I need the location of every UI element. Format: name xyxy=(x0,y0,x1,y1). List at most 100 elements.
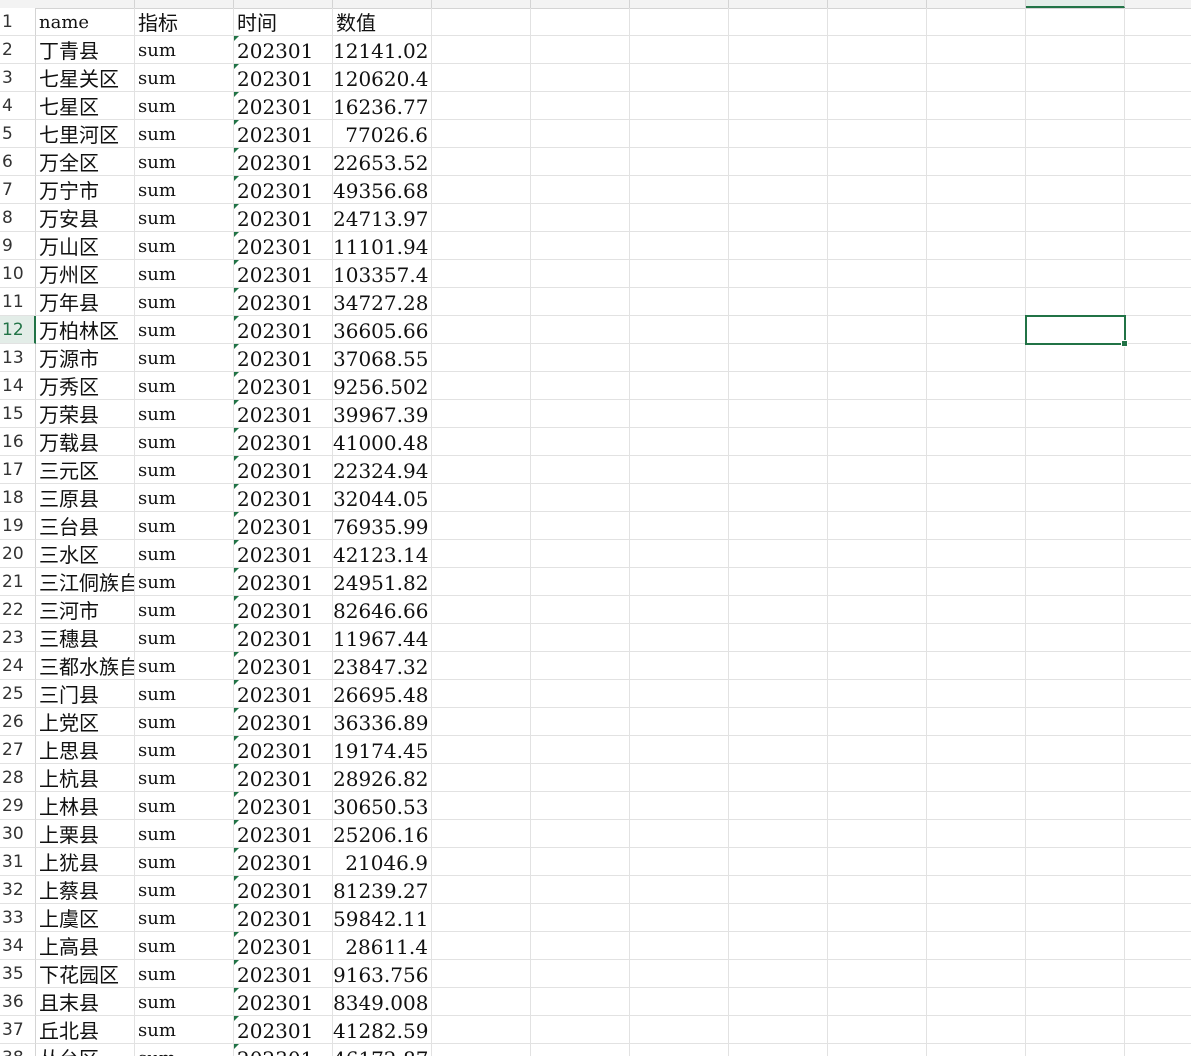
name-cell[interactable]: 万山区 xyxy=(36,232,134,260)
row-number[interactable]: 26 xyxy=(0,708,36,736)
column-header[interactable] xyxy=(333,0,432,8)
value-cell[interactable]: 23847.32 xyxy=(333,652,431,680)
value-cell[interactable]: 81239.27 xyxy=(333,876,431,904)
metric-cell[interactable]: sum xyxy=(135,876,233,904)
time-cell[interactable]: 202301 xyxy=(234,596,332,624)
metric-cell[interactable]: sum xyxy=(135,64,233,92)
row-number[interactable]: 7 xyxy=(0,176,36,204)
value-cell[interactable]: 41000.48 xyxy=(333,428,431,456)
name-cell[interactable]: 万宁市 xyxy=(36,176,134,204)
time-cell[interactable]: 202301 xyxy=(234,372,332,400)
metric-cell[interactable]: sum xyxy=(135,344,233,372)
value-cell[interactable]: 103357.4 xyxy=(333,260,431,288)
name-cell[interactable]: 三河市 xyxy=(36,596,134,624)
value-cell[interactable]: 120620.4 xyxy=(333,64,431,92)
metric-cell[interactable]: sum xyxy=(135,708,233,736)
name-cell[interactable]: 上林县 xyxy=(36,792,134,820)
time-cell[interactable]: 202301 xyxy=(234,624,332,652)
fill-handle[interactable] xyxy=(1121,340,1128,347)
name-cell[interactable]: 万载县 xyxy=(36,428,134,456)
name-cell[interactable]: 三穗县 xyxy=(36,624,134,652)
metric-cell[interactable]: sum xyxy=(135,652,233,680)
name-cell[interactable]: 上杭县 xyxy=(36,764,134,792)
name-cell[interactable]: 丁青县 xyxy=(36,36,134,64)
metric-cell[interactable]: sum xyxy=(135,596,233,624)
row-number[interactable]: 17 xyxy=(0,456,36,484)
value-cell[interactable]: 28926.82 xyxy=(333,764,431,792)
row-number[interactable]: 30 xyxy=(0,820,36,848)
column-header[interactable] xyxy=(927,0,1026,8)
name-cell[interactable]: 且末县 xyxy=(36,988,134,1016)
row-number[interactable]: 5 xyxy=(0,120,36,148)
metric-cell[interactable]: sum xyxy=(135,120,233,148)
metric-cell[interactable]: sum xyxy=(135,260,233,288)
value-cell[interactable]: 24951.82 xyxy=(333,568,431,596)
value-cell[interactable]: 24713.97 xyxy=(333,204,431,232)
value-cell[interactable]: 19174.45 xyxy=(333,736,431,764)
time-cell[interactable]: 202301 xyxy=(234,400,332,428)
time-cell[interactable]: 202301 xyxy=(234,848,332,876)
row-number[interactable]: 3 xyxy=(0,64,36,92)
name-cell[interactable]: 三水区 xyxy=(36,540,134,568)
time-cell[interactable]: 202301 xyxy=(234,456,332,484)
row-number[interactable]: 15 xyxy=(0,400,36,428)
name-cell[interactable]: 上党区 xyxy=(36,708,134,736)
value-cell[interactable]: 21046.9 xyxy=(333,848,431,876)
metric-cell[interactable]: sum xyxy=(135,400,233,428)
row-number[interactable]: 2 xyxy=(0,36,36,64)
metric-cell[interactable]: sum xyxy=(135,736,233,764)
time-cell[interactable]: 202301 xyxy=(234,232,332,260)
row-number[interactable]: 20 xyxy=(0,540,36,568)
value-cell[interactable]: 11967.44 xyxy=(333,624,431,652)
metric-cell[interactable]: sum xyxy=(135,904,233,932)
value-cell[interactable]: 46172.87 xyxy=(333,1044,431,1056)
column-header[interactable] xyxy=(729,0,828,8)
name-cell[interactable]: 三原县 xyxy=(36,484,134,512)
value-cell[interactable]: 34727.28 xyxy=(333,288,431,316)
metric-cell[interactable]: sum xyxy=(135,36,233,64)
value-cell[interactable]: 37068.55 xyxy=(333,344,431,372)
value-cell[interactable]: 26695.48 xyxy=(333,680,431,708)
metric-cell[interactable]: sum xyxy=(135,680,233,708)
time-cell[interactable]: 202301 xyxy=(234,428,332,456)
metric-cell[interactable]: sum xyxy=(135,204,233,232)
metric-cell[interactable]: sum xyxy=(135,372,233,400)
row-number[interactable]: 14 xyxy=(0,372,36,400)
value-cell[interactable]: 25206.16 xyxy=(333,820,431,848)
row-number[interactable]: 37 xyxy=(0,1016,36,1044)
value-cell[interactable]: 30650.53 xyxy=(333,792,431,820)
name-cell[interactable]: 万柏林区 xyxy=(36,316,134,344)
value-cell[interactable]: 28611.4 xyxy=(333,932,431,960)
name-cell[interactable]: 七里河区 xyxy=(36,120,134,148)
selected-cell[interactable] xyxy=(1025,315,1128,347)
row-number[interactable]: 29 xyxy=(0,792,36,820)
name-cell[interactable]: 万全区 xyxy=(36,148,134,176)
name-cell[interactable]: 三台县 xyxy=(36,512,134,540)
row-number[interactable]: 24 xyxy=(0,652,36,680)
row-number[interactable]: 28 xyxy=(0,764,36,792)
value-cell[interactable]: 32044.05 xyxy=(333,484,431,512)
name-cell[interactable]: 三江侗族自治县 xyxy=(36,568,134,596)
row-number[interactable]: 19 xyxy=(0,512,36,540)
column-header[interactable] xyxy=(1026,0,1125,8)
time-cell[interactable]: 202301 xyxy=(234,344,332,372)
name-cell[interactable]: 万源市 xyxy=(36,344,134,372)
time-cell[interactable]: 202301 xyxy=(234,764,332,792)
cell-grid[interactable]: name 指标 时间 数值 丁青县 sum 202301 12141.02 七星关区 sum 202… xyxy=(36,8,1191,1056)
row-number[interactable]: 31 xyxy=(0,848,36,876)
value-cell[interactable]: 76935.99 xyxy=(333,512,431,540)
row-number[interactable]: 33 xyxy=(0,904,36,932)
time-cell[interactable]: 202301 xyxy=(234,316,332,344)
row-number[interactable]: 4 xyxy=(0,92,36,120)
name-cell[interactable]: 七星关区 xyxy=(36,64,134,92)
row-number[interactable]: 10 xyxy=(0,260,36,288)
row-number[interactable]: 6 xyxy=(0,148,36,176)
name-cell[interactable]: 下花园区 xyxy=(36,960,134,988)
metric-cell[interactable]: sum xyxy=(135,428,233,456)
row-number[interactable]: 23 xyxy=(0,624,36,652)
row-number[interactable]: 16 xyxy=(0,428,36,456)
row-number[interactable]: 27 xyxy=(0,736,36,764)
column-header[interactable] xyxy=(828,0,927,8)
metric-cell[interactable]: sum xyxy=(135,232,233,260)
header-cell[interactable]: 数值 xyxy=(333,8,431,36)
